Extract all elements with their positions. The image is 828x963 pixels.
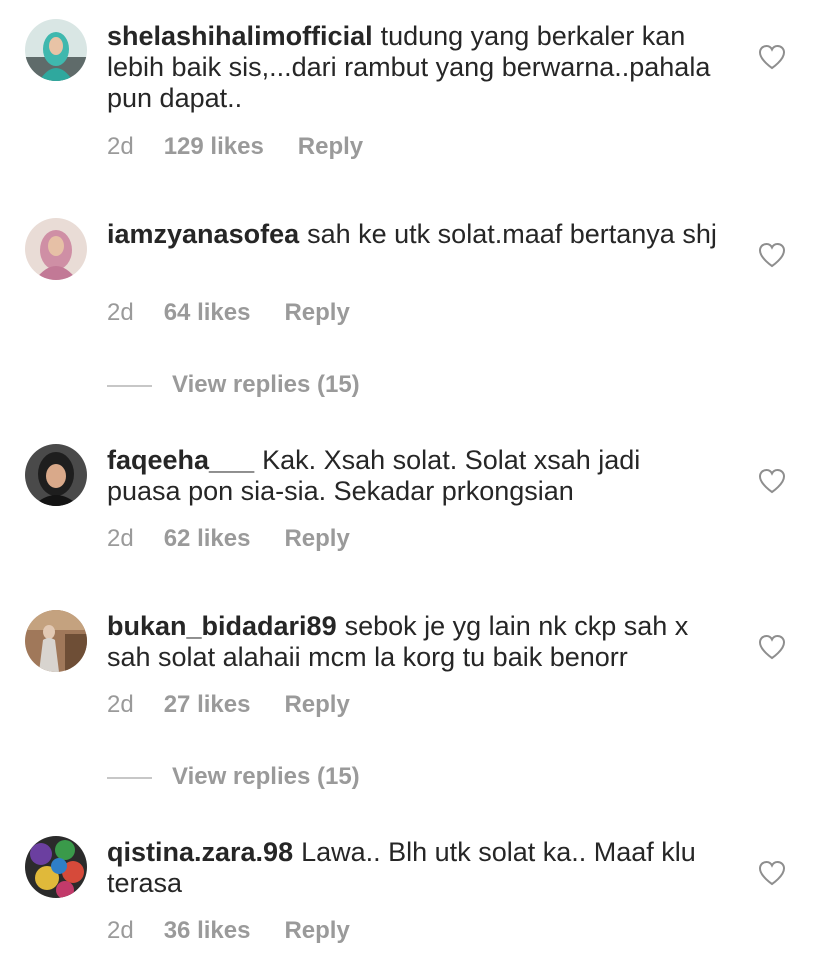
heart-outline-icon[interactable] — [758, 44, 786, 70]
reply-button[interactable]: Reply — [284, 691, 349, 718]
avatar[interactable] — [25, 444, 87, 506]
comment-username[interactable]: iamzyanasofea — [107, 219, 299, 249]
avatar[interactable] — [25, 836, 87, 898]
heart-outline-icon[interactable] — [758, 242, 786, 268]
reply-button[interactable]: Reply — [284, 525, 349, 552]
comment-text-block: faqeeha___ Kak. Xsah solat. Solat xsah ja… — [107, 445, 717, 507]
comment-likes[interactable]: 64 likes — [164, 299, 251, 326]
comment-time: 2d — [107, 299, 134, 326]
comment-time: 2d — [107, 691, 134, 718]
comment-likes[interactable]: 36 likes — [164, 917, 251, 944]
comment-username[interactable]: bukan_bidadari89 — [107, 611, 337, 641]
reply-button[interactable]: Reply — [284, 917, 349, 944]
comment-username[interactable]: shelashihalimofficial — [107, 21, 373, 51]
heart-outline-icon[interactable] — [758, 468, 786, 494]
heart-outline-icon[interactable] — [758, 860, 786, 886]
comment-likes[interactable]: 129 likes — [164, 133, 264, 160]
view-replies-button[interactable]: View replies (15) — [107, 370, 360, 400]
heart-outline-icon[interactable] — [758, 634, 786, 660]
comment-time: 2d — [107, 133, 134, 160]
comment-meta: 2d 62 likes Reply — [107, 524, 350, 554]
comment-text: sah ke utk solat.maaf bertanya shj — [307, 219, 717, 249]
comment-time: 2d — [107, 525, 134, 552]
comment-likes[interactable]: 62 likes — [164, 525, 251, 552]
avatar[interactable] — [25, 610, 87, 672]
comment-likes[interactable]: 27 likes — [164, 691, 251, 718]
comment-meta: 2d 27 likes Reply — [107, 690, 350, 720]
reply-button[interactable]: Reply — [284, 299, 349, 326]
comment-text-block: shelashihalimofficial tudung yang berkale… — [107, 21, 717, 114]
avatar[interactable] — [25, 19, 87, 81]
replies-divider-line — [107, 384, 152, 387]
reply-button[interactable]: Reply — [298, 133, 363, 160]
avatar[interactable] — [25, 218, 87, 280]
comment-text-block: qistina.zara.98 Lawa.. Blh utk solat ka..… — [107, 837, 717, 899]
comment-time: 2d — [107, 917, 134, 944]
comment-meta: 2d 36 likes Reply — [107, 916, 350, 946]
comment-username[interactable]: faqeeha___ — [107, 445, 254, 475]
comment-username[interactable]: qistina.zara.98 — [107, 837, 293, 867]
comment-meta: 2d 64 likes Reply — [107, 298, 350, 328]
comment-text-block: bukan_bidadari89 sebok je yg lain nk ckp … — [107, 611, 717, 673]
view-replies-label[interactable]: View replies (15) — [172, 371, 360, 398]
view-replies-button[interactable]: View replies (15) — [107, 762, 360, 792]
replies-divider-line — [107, 776, 152, 779]
comment-meta: 2d 129 likes Reply — [107, 132, 363, 162]
comment-text-block: iamzyanasofea sah ke utk solat.maaf berta… — [107, 219, 717, 250]
view-replies-label[interactable]: View replies (15) — [172, 763, 360, 790]
